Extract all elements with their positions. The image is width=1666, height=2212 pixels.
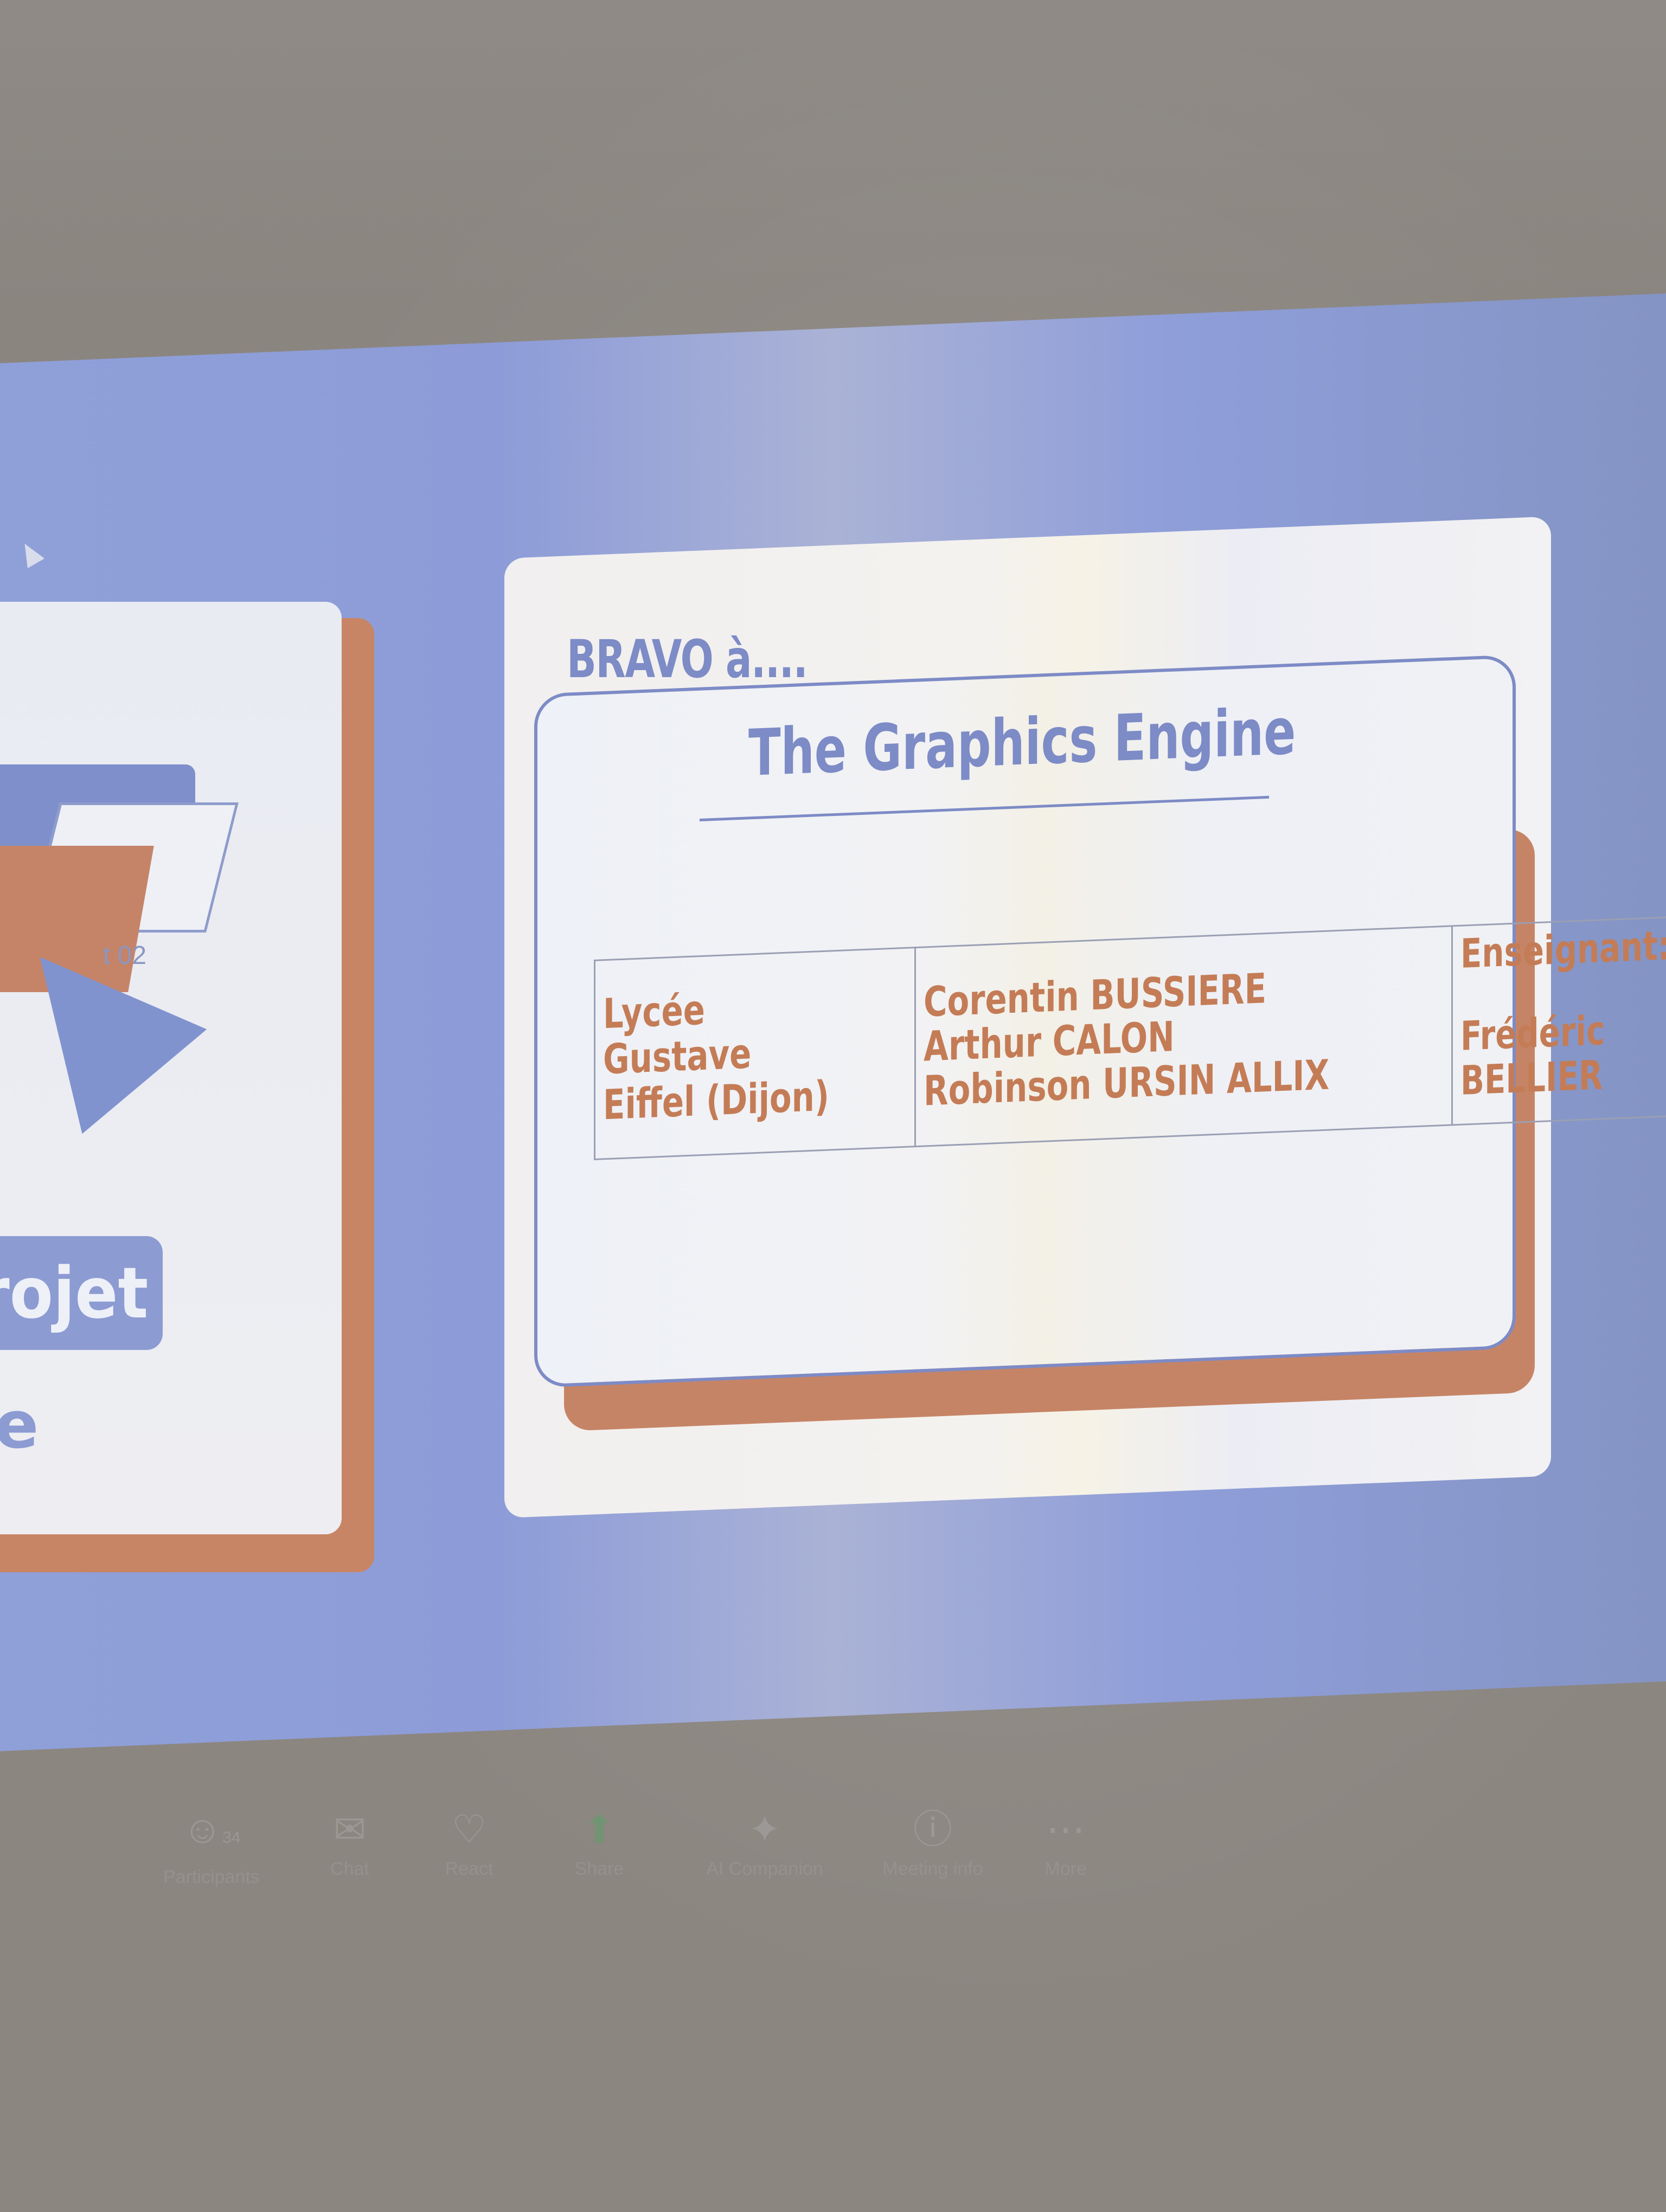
react-button[interactable]: ♡ React	[428, 1805, 510, 1880]
teacher-label: Enseignant:	[1460, 922, 1666, 978]
teacher-first-name: Frédéric	[1460, 1007, 1605, 1060]
more-button[interactable]: ⋯ More	[1025, 1805, 1106, 1880]
participants-count: 34	[222, 1829, 241, 1847]
slide-heading: BRAVO à....	[567, 629, 808, 690]
left-slide-label: t 02	[103, 941, 147, 970]
share-button[interactable]: ⬆ Share	[548, 1805, 651, 1880]
meeting-toolbar: ☺34 Participants ✉ Chat ♡ React ⬆ Share …	[146, 1805, 1123, 1935]
participants-button[interactable]: ☺34 Participants	[146, 1805, 277, 1888]
chat-label: Chat	[330, 1859, 369, 1879]
school-name: Lycée Gustave Eiffel (Dijon)	[603, 985, 829, 1129]
chat-button[interactable]: ✉ Chat	[309, 1805, 390, 1880]
students-cell: Corentin BUSSIERE Arthur CALON Robinson …	[915, 925, 1452, 1147]
school-cell: Lycée Gustave Eiffel (Dijon)	[594, 947, 915, 1160]
chat-icon: ✉	[333, 1808, 367, 1851]
ai-companion-button[interactable]: ✦ AI Companion	[689, 1805, 841, 1880]
share-icon: ⬆	[582, 1808, 616, 1851]
react-label: React	[445, 1859, 494, 1879]
heart-icon: ♡	[451, 1808, 487, 1851]
more-label: More	[1045, 1859, 1087, 1879]
share-label: Share	[574, 1859, 624, 1879]
more-icon: ⋯	[1046, 1808, 1085, 1851]
sparkle-icon: ✦	[748, 1808, 781, 1851]
meeting-info-button[interactable]: ⓘ Meeting info	[862, 1805, 1003, 1880]
left-slide-letter: e	[0, 1388, 39, 1463]
ai-companion-label: AI Companion	[706, 1859, 823, 1879]
info-icon: ⓘ	[913, 1808, 952, 1851]
teacher-cell: Enseignant: Frédéric BELLIER	[1452, 914, 1666, 1125]
left-slide-projet-button: rojet	[0, 1236, 163, 1350]
participants-icon: ☺34	[182, 1808, 241, 1851]
teacher-last-name: BELLIER	[1460, 1052, 1603, 1104]
winner-table: Lycée Gustave Eiffel (Dijon) Corentin BU…	[594, 914, 1666, 1160]
meeting-info-label: Meeting info	[882, 1859, 983, 1879]
left-slide-thumbnail[interactable]	[0, 602, 342, 1534]
participants-label: Participants	[163, 1867, 260, 1887]
